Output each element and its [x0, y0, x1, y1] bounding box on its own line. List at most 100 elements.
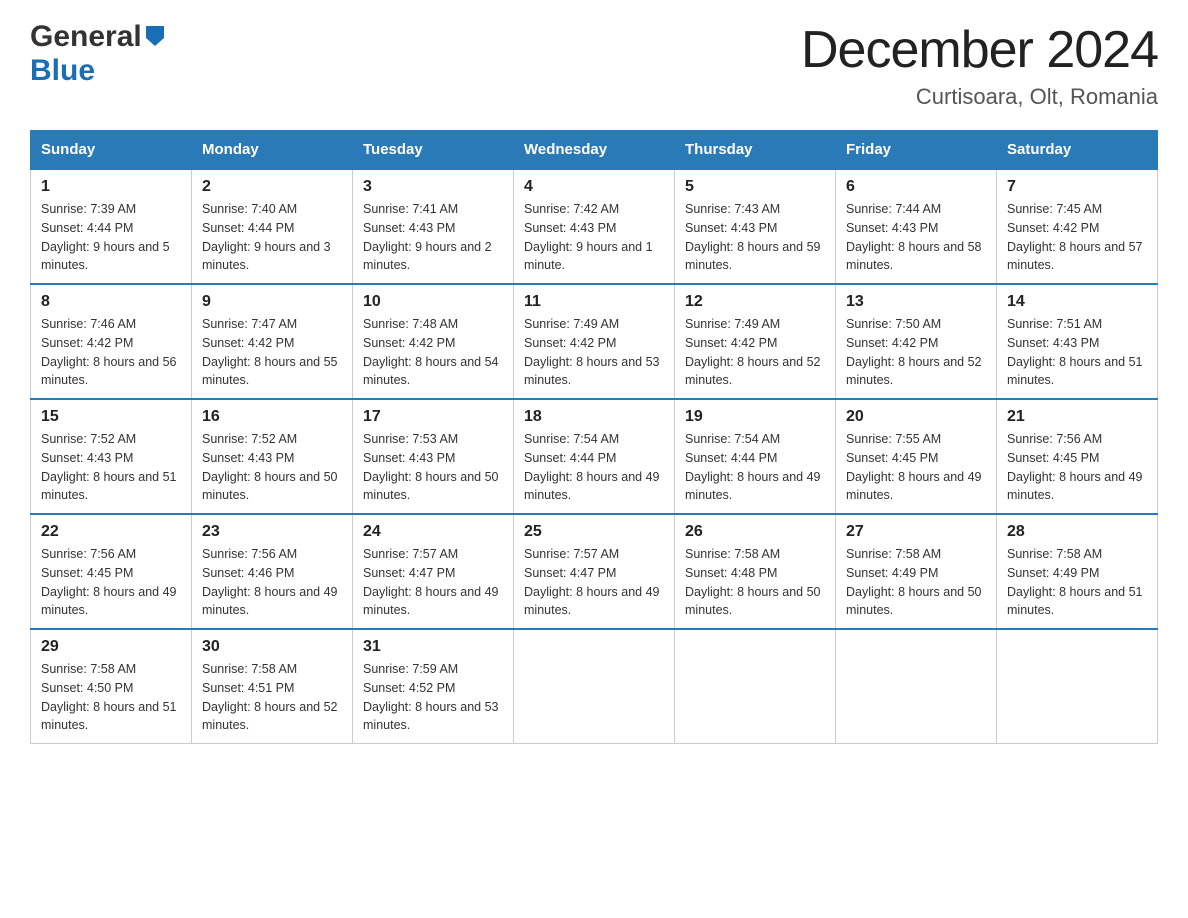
logo: General Blue [30, 20, 164, 88]
day-number: 4 [524, 178, 664, 196]
day-cell-20: 20 Sunrise: 7:55 AMSunset: 4:45 PMDaylig… [836, 399, 997, 514]
day-info: Sunrise: 7:54 AMSunset: 4:44 PMDaylight:… [524, 430, 664, 505]
col-sunday: Sunday [31, 131, 192, 170]
day-cell-15: 15 Sunrise: 7:52 AMSunset: 4:43 PMDaylig… [31, 399, 192, 514]
day-info: Sunrise: 7:49 AMSunset: 4:42 PMDaylight:… [685, 315, 825, 390]
day-cell-8: 8 Sunrise: 7:46 AMSunset: 4:42 PMDayligh… [31, 284, 192, 399]
day-number: 2 [202, 178, 342, 196]
day-cell-25: 25 Sunrise: 7:57 AMSunset: 4:47 PMDaylig… [514, 514, 675, 629]
col-tuesday: Tuesday [353, 131, 514, 170]
day-number: 5 [685, 178, 825, 196]
empty-cell [514, 629, 675, 744]
day-info: Sunrise: 7:47 AMSunset: 4:42 PMDaylight:… [202, 315, 342, 390]
day-cell-1: 1 Sunrise: 7:39 AMSunset: 4:44 PMDayligh… [31, 169, 192, 284]
page-header: General Blue December 2024 Curtisoara, O… [30, 20, 1158, 110]
day-info: Sunrise: 7:45 AMSunset: 4:42 PMDaylight:… [1007, 200, 1147, 275]
day-info: Sunrise: 7:55 AMSunset: 4:45 PMDaylight:… [846, 430, 986, 505]
week-row-5: 29 Sunrise: 7:58 AMSunset: 4:50 PMDaylig… [31, 629, 1158, 744]
day-info: Sunrise: 7:56 AMSunset: 4:45 PMDaylight:… [41, 545, 181, 620]
day-cell-4: 4 Sunrise: 7:42 AMSunset: 4:43 PMDayligh… [514, 169, 675, 284]
week-row-3: 15 Sunrise: 7:52 AMSunset: 4:43 PMDaylig… [31, 399, 1158, 514]
calendar-table: Sunday Monday Tuesday Wednesday Thursday… [30, 130, 1158, 744]
day-info: Sunrise: 7:54 AMSunset: 4:44 PMDaylight:… [685, 430, 825, 505]
day-cell-9: 9 Sunrise: 7:47 AMSunset: 4:42 PMDayligh… [192, 284, 353, 399]
day-number: 29 [41, 638, 181, 656]
day-cell-31: 31 Sunrise: 7:59 AMSunset: 4:52 PMDaylig… [353, 629, 514, 744]
day-cell-30: 30 Sunrise: 7:58 AMSunset: 4:51 PMDaylig… [192, 629, 353, 744]
month-title: December 2024 [801, 20, 1158, 80]
title-section: December 2024 Curtisoara, Olt, Romania [801, 20, 1158, 110]
day-info: Sunrise: 7:49 AMSunset: 4:42 PMDaylight:… [524, 315, 664, 390]
col-friday: Friday [836, 131, 997, 170]
day-cell-19: 19 Sunrise: 7:54 AMSunset: 4:44 PMDaylig… [675, 399, 836, 514]
day-cell-24: 24 Sunrise: 7:57 AMSunset: 4:47 PMDaylig… [353, 514, 514, 629]
col-wednesday: Wednesday [514, 131, 675, 170]
day-info: Sunrise: 7:56 AMSunset: 4:46 PMDaylight:… [202, 545, 342, 620]
day-info: Sunrise: 7:51 AMSunset: 4:43 PMDaylight:… [1007, 315, 1147, 390]
day-cell-16: 16 Sunrise: 7:52 AMSunset: 4:43 PMDaylig… [192, 399, 353, 514]
day-number: 26 [685, 523, 825, 541]
day-info: Sunrise: 7:43 AMSunset: 4:43 PMDaylight:… [685, 200, 825, 275]
day-number: 25 [524, 523, 664, 541]
day-info: Sunrise: 7:53 AMSunset: 4:43 PMDaylight:… [363, 430, 503, 505]
day-info: Sunrise: 7:58 AMSunset: 4:48 PMDaylight:… [685, 545, 825, 620]
day-number: 16 [202, 408, 342, 426]
day-info: Sunrise: 7:50 AMSunset: 4:42 PMDaylight:… [846, 315, 986, 390]
day-number: 23 [202, 523, 342, 541]
day-cell-27: 27 Sunrise: 7:58 AMSunset: 4:49 PMDaylig… [836, 514, 997, 629]
empty-cell [675, 629, 836, 744]
week-row-4: 22 Sunrise: 7:56 AMSunset: 4:45 PMDaylig… [31, 514, 1158, 629]
day-cell-23: 23 Sunrise: 7:56 AMSunset: 4:46 PMDaylig… [192, 514, 353, 629]
day-cell-17: 17 Sunrise: 7:53 AMSunset: 4:43 PMDaylig… [353, 399, 514, 514]
day-number: 19 [685, 408, 825, 426]
day-info: Sunrise: 7:57 AMSunset: 4:47 PMDaylight:… [524, 545, 664, 620]
day-cell-13: 13 Sunrise: 7:50 AMSunset: 4:42 PMDaylig… [836, 284, 997, 399]
day-info: Sunrise: 7:52 AMSunset: 4:43 PMDaylight:… [41, 430, 181, 505]
day-cell-28: 28 Sunrise: 7:58 AMSunset: 4:49 PMDaylig… [997, 514, 1158, 629]
day-number: 30 [202, 638, 342, 656]
day-cell-11: 11 Sunrise: 7:49 AMSunset: 4:42 PMDaylig… [514, 284, 675, 399]
day-number: 27 [846, 523, 986, 541]
day-cell-26: 26 Sunrise: 7:58 AMSunset: 4:48 PMDaylig… [675, 514, 836, 629]
logo-general-text: General [30, 20, 142, 54]
day-cell-29: 29 Sunrise: 7:58 AMSunset: 4:50 PMDaylig… [31, 629, 192, 744]
day-info: Sunrise: 7:48 AMSunset: 4:42 PMDaylight:… [363, 315, 503, 390]
location-text: Curtisoara, Olt, Romania [801, 84, 1158, 110]
day-info: Sunrise: 7:40 AMSunset: 4:44 PMDaylight:… [202, 200, 342, 275]
day-cell-14: 14 Sunrise: 7:51 AMSunset: 4:43 PMDaylig… [997, 284, 1158, 399]
day-cell-2: 2 Sunrise: 7:40 AMSunset: 4:44 PMDayligh… [192, 169, 353, 284]
day-number: 13 [846, 293, 986, 311]
day-info: Sunrise: 7:42 AMSunset: 4:43 PMDaylight:… [524, 200, 664, 275]
day-cell-18: 18 Sunrise: 7:54 AMSunset: 4:44 PMDaylig… [514, 399, 675, 514]
day-cell-7: 7 Sunrise: 7:45 AMSunset: 4:42 PMDayligh… [997, 169, 1158, 284]
day-info: Sunrise: 7:52 AMSunset: 4:43 PMDaylight:… [202, 430, 342, 505]
day-number: 1 [41, 178, 181, 196]
col-thursday: Thursday [675, 131, 836, 170]
week-row-2: 8 Sunrise: 7:46 AMSunset: 4:42 PMDayligh… [31, 284, 1158, 399]
day-number: 17 [363, 408, 503, 426]
day-cell-21: 21 Sunrise: 7:56 AMSunset: 4:45 PMDaylig… [997, 399, 1158, 514]
day-cell-3: 3 Sunrise: 7:41 AMSunset: 4:43 PMDayligh… [353, 169, 514, 284]
day-number: 9 [202, 293, 342, 311]
day-info: Sunrise: 7:57 AMSunset: 4:47 PMDaylight:… [363, 545, 503, 620]
calendar-header-row: Sunday Monday Tuesday Wednesday Thursday… [31, 131, 1158, 170]
day-number: 18 [524, 408, 664, 426]
day-number: 8 [41, 293, 181, 311]
day-number: 28 [1007, 523, 1147, 541]
day-info: Sunrise: 7:58 AMSunset: 4:49 PMDaylight:… [1007, 545, 1147, 620]
logo-blue-text: Blue [30, 54, 95, 87]
day-number: 22 [41, 523, 181, 541]
day-number: 24 [363, 523, 503, 541]
day-number: 15 [41, 408, 181, 426]
day-info: Sunrise: 7:41 AMSunset: 4:43 PMDaylight:… [363, 200, 503, 275]
day-cell-12: 12 Sunrise: 7:49 AMSunset: 4:42 PMDaylig… [675, 284, 836, 399]
day-cell-6: 6 Sunrise: 7:44 AMSunset: 4:43 PMDayligh… [836, 169, 997, 284]
day-number: 3 [363, 178, 503, 196]
day-number: 21 [1007, 408, 1147, 426]
day-number: 6 [846, 178, 986, 196]
day-info: Sunrise: 7:59 AMSunset: 4:52 PMDaylight:… [363, 660, 503, 735]
day-cell-10: 10 Sunrise: 7:48 AMSunset: 4:42 PMDaylig… [353, 284, 514, 399]
day-info: Sunrise: 7:56 AMSunset: 4:45 PMDaylight:… [1007, 430, 1147, 505]
day-number: 12 [685, 293, 825, 311]
week-row-1: 1 Sunrise: 7:39 AMSunset: 4:44 PMDayligh… [31, 169, 1158, 284]
